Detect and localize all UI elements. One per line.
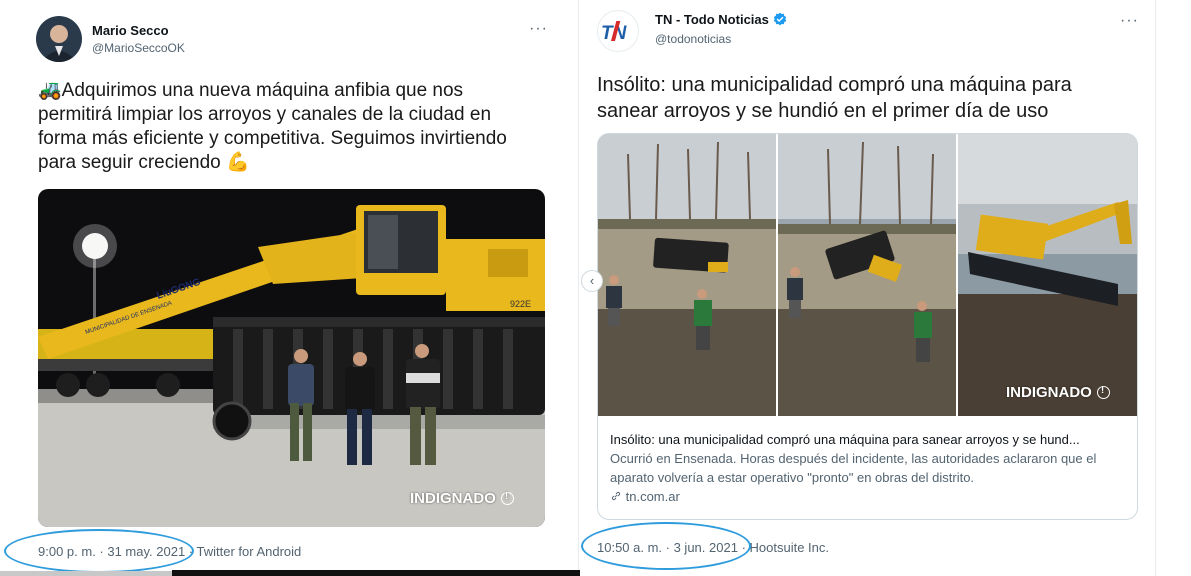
more-icon[interactable]: ···	[529, 20, 548, 38]
amphibious-machine-photo: 922E LiuGONG MUNICIPALIDAD DE ENSENADA	[38, 189, 545, 527]
bottom-strip	[0, 571, 172, 576]
link-icon	[611, 491, 621, 501]
author-name[interactable]: Mario Secco	[92, 23, 169, 38]
svg-text:922E: 922E	[510, 299, 531, 309]
tweet-photo[interactable]: 922E LiuGONG MUNICIPALIDAD DE ENSENADA I…	[38, 189, 545, 527]
card-description: Ocurrió en Ensenada. Horas después del i…	[610, 451, 1097, 485]
author-handle[interactable]: @todonoticias	[655, 32, 731, 46]
card-caption: Insólito: una municipalidad compró una m…	[598, 430, 1137, 506]
card-title: Insólito: una municipalidad compró una m…	[610, 432, 1080, 447]
tweet-source[interactable]: · Twitter for Android	[189, 544, 301, 559]
author-name[interactable]: TN - Todo Noticias	[655, 12, 787, 27]
watermark-indignado: INDIGNADO	[410, 490, 514, 507]
bottom-strip-dark	[172, 570, 580, 576]
avatar[interactable]: TN	[597, 10, 639, 52]
link-card[interactable]: INDIGNADO Insólito: una municipalidad co…	[597, 133, 1138, 520]
tn-logo-icon: TN	[601, 21, 628, 44]
more-icon[interactable]: ···	[1120, 12, 1139, 30]
tweet-source[interactable]: · Hootsuite Inc.	[742, 540, 829, 555]
tweet-todo-noticias[interactable]: TN TN - Todo Noticias @todonoticias ··· …	[578, 0, 1156, 576]
avatar[interactable]	[36, 16, 82, 62]
card-domain: tn.com.ar	[610, 487, 1125, 506]
info-circle-icon	[500, 491, 514, 505]
author-handle[interactable]: @MarioSeccoOK	[92, 41, 185, 55]
tweet-text: 🚜Adquirimos una nueva máquina anfibia qu…	[38, 79, 538, 175]
tweet-text: Insólito: una municipalidad compró una m…	[597, 74, 1072, 122]
card-image: INDIGNADO	[598, 134, 1137, 416]
verified-badge-icon	[773, 12, 786, 26]
tweet-body: Adquirimos una nueva máquina anfibia que…	[38, 80, 507, 173]
chevron-left-icon[interactable]: ‹	[581, 270, 603, 292]
flexed-biceps-emoji-icon: 💪	[226, 152, 250, 173]
tweet-mario-secco[interactable]: Mario Secco @MarioSeccoOK ··· 🚜Adquirimo…	[4, 0, 562, 576]
annotation-circle	[581, 522, 751, 570]
info-circle-icon	[1096, 385, 1110, 399]
watermark-indignado: INDIGNADO	[1006, 384, 1110, 401]
sunken-machine-photos	[598, 134, 1137, 416]
annotation-circle	[4, 529, 194, 573]
tractor-emoji-icon: 🚜	[38, 80, 62, 101]
